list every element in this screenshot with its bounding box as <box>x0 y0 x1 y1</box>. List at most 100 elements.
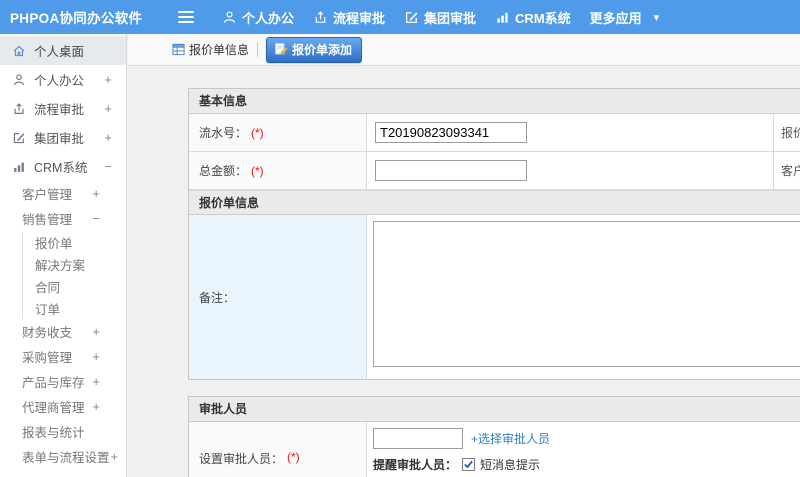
required-marker: (*) <box>251 163 264 178</box>
sidebar-item-personal-office[interactable]: 个人办公 + <box>0 65 126 94</box>
table-icon <box>172 43 185 56</box>
form-row-remark: 备注： <box>189 215 800 379</box>
tab-bar: 报价单信息 报价单添加 <box>128 34 800 66</box>
sidebar-item-desktop[interactable]: 个人桌面 <box>0 36 126 65</box>
sidebar-item-label: 销售管理 <box>22 213 73 227</box>
field-label: 报价 <box>781 126 800 140</box>
sidebar-item-label: 个人桌面 <box>34 45 85 59</box>
app-logo: PHPOA协同办公软件 <box>10 11 143 26</box>
expand-toggle[interactable]: + <box>92 349 100 364</box>
required-marker: (*) <box>251 125 264 140</box>
sidebar-item-group-approval[interactable]: 集团审批 + <box>0 123 126 152</box>
right-field-label: 客户 <box>774 152 800 189</box>
sidebar-item-label: 解决方案 <box>35 258 86 273</box>
edit-square-icon <box>12 131 26 145</box>
section-header-basic-info: 基本信息 <box>189 89 800 114</box>
edit-square-icon <box>404 10 419 25</box>
workflow-icon <box>12 102 26 116</box>
menu-icon[interactable] <box>174 4 198 30</box>
field-input-cell <box>367 114 774 151</box>
sidebar-item-label: 产品与库存 <box>22 376 85 390</box>
serial-number-input[interactable] <box>375 122 527 143</box>
topbar: PHPOA协同办公软件 个人办公 流程审批 集团审批 CRM系统 更多应用 ▾ <box>0 0 800 34</box>
sidebar-item-customer-mgmt[interactable]: 客户管理 + <box>0 181 126 206</box>
total-amount-input[interactable] <box>375 160 527 181</box>
tab-label: 报价单信息 <box>189 43 250 57</box>
sidebar-item-label: 表单与流程设置 <box>22 451 110 465</box>
sidebar-item-quotation[interactable]: 报价单 <box>23 231 126 253</box>
expand-toggle[interactable]: + <box>92 324 100 339</box>
expand-toggle[interactable]: + <box>111 449 119 464</box>
user-icon <box>12 73 26 87</box>
sidebar-item-label: CRM系统 <box>34 161 88 175</box>
home-icon <box>12 44 26 58</box>
sidebar-item-label: 流程审批 <box>34 103 85 117</box>
user-icon <box>222 10 237 25</box>
section-header-quote-info: 报价单信息 <box>189 190 800 215</box>
sidebar-item-contract[interactable]: 合同 <box>23 275 126 297</box>
remind-line: 提醒审批人员： 短消息提示 <box>373 456 800 473</box>
nav-group-approval[interactable]: 集团审批 <box>404 8 476 27</box>
sidebar-item-sales-mgmt[interactable]: 销售管理 − <box>0 206 126 231</box>
field-label: 总金额： <box>199 164 248 178</box>
expand-toggle[interactable]: + <box>92 374 100 389</box>
remind-label: 提醒审批人员： <box>373 458 458 472</box>
approver-input[interactable] <box>373 428 463 449</box>
nav-workflow-approval[interactable]: 流程审批 <box>313 8 385 27</box>
form-row-approver: 设置审批人员： (*) +选择审批人员 提醒审批人员： 短消息提示 <box>189 422 800 477</box>
field-label-cell: 设置审批人员： (*) <box>189 422 367 477</box>
expand-toggle[interactable]: + <box>104 130 112 145</box>
tab-quotation-add[interactable]: 报价单添加 <box>266 36 363 63</box>
form-add-icon <box>274 42 288 56</box>
nav-more-apps[interactable]: 更多应用 ▾ <box>590 8 660 27</box>
expand-toggle[interactable]: + <box>92 399 100 414</box>
quotation-form: 基本信息 流水号： (*) 报价 总金额： (*) <box>188 88 800 477</box>
choose-approver-link[interactable]: +选择审批人员 <box>471 430 550 447</box>
form-row-serial-number: 流水号： (*) 报价 <box>189 114 800 152</box>
sidebar-item-finance[interactable]: 财务收支 + <box>0 319 126 344</box>
sidebar-item-order[interactable]: 订单 <box>23 297 126 319</box>
sms-checkbox[interactable] <box>462 458 476 471</box>
workflow-icon <box>313 10 328 25</box>
sidebar-item-label: 订单 <box>35 302 61 317</box>
collapse-toggle[interactable]: − <box>104 159 112 174</box>
expand-toggle[interactable]: + <box>92 186 100 201</box>
nav-label: 更多应用 <box>589 10 642 26</box>
field-label: 客户 <box>781 164 800 178</box>
nav-personal-office[interactable]: 个人办公 <box>222 8 294 27</box>
remark-textarea[interactable] <box>373 221 800 367</box>
form-panel-main: 基本信息 流水号： (*) 报价 总金额： (*) <box>188 88 800 380</box>
field-label-cell: 总金额： (*) <box>189 152 367 189</box>
sidebar-item-crm[interactable]: CRM系统 − <box>0 152 126 181</box>
expand-toggle[interactable]: + <box>104 72 112 87</box>
field-label: 设置审批人员： <box>199 452 284 466</box>
sidebar-item-label: 财务收支 <box>22 326 73 340</box>
sidebar-item-form-workflow-settings[interactable]: 表单与流程设置 + <box>0 444 126 469</box>
expand-toggle[interactable]: + <box>104 101 112 116</box>
nav-crm-system[interactable]: CRM系统 <box>495 8 571 27</box>
bar-chart-icon <box>495 10 510 25</box>
sidebar-item-reports[interactable]: 报表与统计 <box>0 419 126 444</box>
tab-divider <box>257 42 259 57</box>
sidebar-item-label: 集团审批 <box>34 132 85 146</box>
sidebar-item-label: 报价单 <box>35 236 73 251</box>
field-label-cell: 流水号： (*) <box>189 114 367 151</box>
sidebar-item-workflow-approval[interactable]: 流程审批 + <box>0 94 126 123</box>
field-input-cell <box>367 152 774 189</box>
nav-label: 个人办公 <box>242 10 295 26</box>
nav-label: 集团审批 <box>424 10 477 26</box>
right-field-label: 报价 <box>774 114 800 151</box>
collapse-toggle[interactable]: − <box>92 211 100 226</box>
sidebar-item-purchase[interactable]: 采购管理 + <box>0 344 126 369</box>
tab-quotation-info[interactable]: 报价单信息 <box>172 41 249 58</box>
sidebar: 个人桌面 个人办公 + 流程审批 + 集团审批 + CRM系统 − 客户管理 +… <box>0 34 127 477</box>
nav-label: CRM系统 <box>515 10 571 26</box>
section-header-approval: 审批人员 <box>189 397 800 422</box>
sidebar-item-agent-mgmt[interactable]: 代理商管理 + <box>0 394 126 419</box>
sidebar-item-product-inventory[interactable]: 产品与库存 + <box>0 369 126 394</box>
chevron-down-icon: ▾ <box>653 11 660 24</box>
approver-input-cell: +选择审批人员 提醒审批人员： 短消息提示 注：流程第一步审批人员，这里选择你的… <box>367 422 800 477</box>
sidebar-item-label: 合同 <box>35 280 61 295</box>
sidebar-item-solution[interactable]: 解决方案 <box>23 253 126 275</box>
